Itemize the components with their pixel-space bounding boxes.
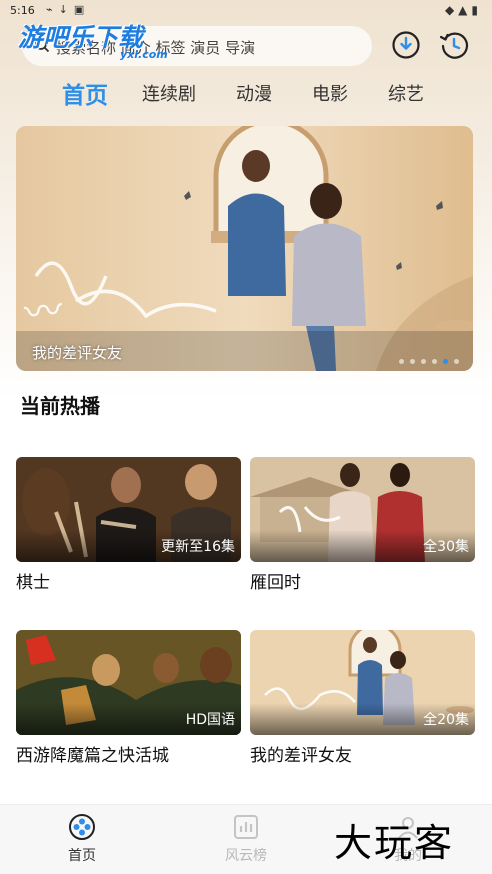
carousel-indicator [393,349,459,364]
nav-item-ranking[interactable]: 风云榜 [206,813,286,865]
poster-image: 全30集 [250,457,475,562]
tab-anime[interactable]: 动漫 [236,80,272,106]
chart-icon [234,815,258,839]
episode-badge: HD国语 [185,712,235,728]
status-time: 5:16 [10,4,35,17]
show-title: 西游降魔篇之快活城 [16,746,169,766]
episode-badge: 更新至16集 [161,539,235,555]
episode-badge: 全20集 [423,712,469,728]
tab-home[interactable]: 首页 [62,76,108,110]
notification-icons: ⌁↓▣ [46,3,91,16]
download-icon[interactable] [390,29,422,61]
nav-item-home[interactable]: 首页 [42,813,122,865]
banner-carousel[interactable]: 〰 我的差评女友 [16,126,473,371]
tab-movie[interactable]: 电影 [312,80,348,106]
watermark-logo-sub: yxl.com [120,48,168,61]
show-card[interactable]: 全30集 雁回时 [250,457,475,593]
system-icons: ◆▲▮ [444,3,482,17]
nav-label: 风云榜 [225,848,267,864]
section-title: 当前热播 [20,394,100,418]
tab-variety[interactable]: 综艺 [388,80,424,106]
carousel-dot[interactable] [421,359,426,364]
show-card[interactable]: 更新至16集 棋士 [16,457,241,593]
svg-text:〰: 〰 [22,288,64,336]
show-title: 我的差评女友 [250,746,352,766]
banner-artwork: 〰 [16,126,473,371]
show-title: 雁回时 [250,573,301,593]
carousel-dot[interactable] [454,359,459,364]
history-icon[interactable] [438,29,470,61]
carousel-dot[interactable] [443,359,448,364]
poster-image: HD国语 [16,630,241,735]
category-tabs: 首页 连续剧 动漫 电影 综艺 [0,76,492,112]
watermark-text: 大玩客 [334,821,455,865]
carousel-dot[interactable] [410,359,415,364]
carousel-dot[interactable] [432,359,437,364]
episode-badge: 全30集 [423,539,469,555]
poster-image: 更新至16集 [16,457,241,562]
show-card[interactable]: 全20集 我的差评女友 [250,630,475,766]
film-reel-icon [69,814,95,840]
show-card[interactable]: HD国语 西游降魔篇之快活城 [16,630,241,766]
tab-series[interactable]: 连续剧 [142,80,196,106]
show-title: 棋士 [16,573,50,593]
banner-caption: 我的差评女友 [32,344,123,362]
carousel-dot[interactable] [399,359,404,364]
poster-image: 全20集 [250,630,475,735]
nav-label: 首页 [68,848,96,864]
